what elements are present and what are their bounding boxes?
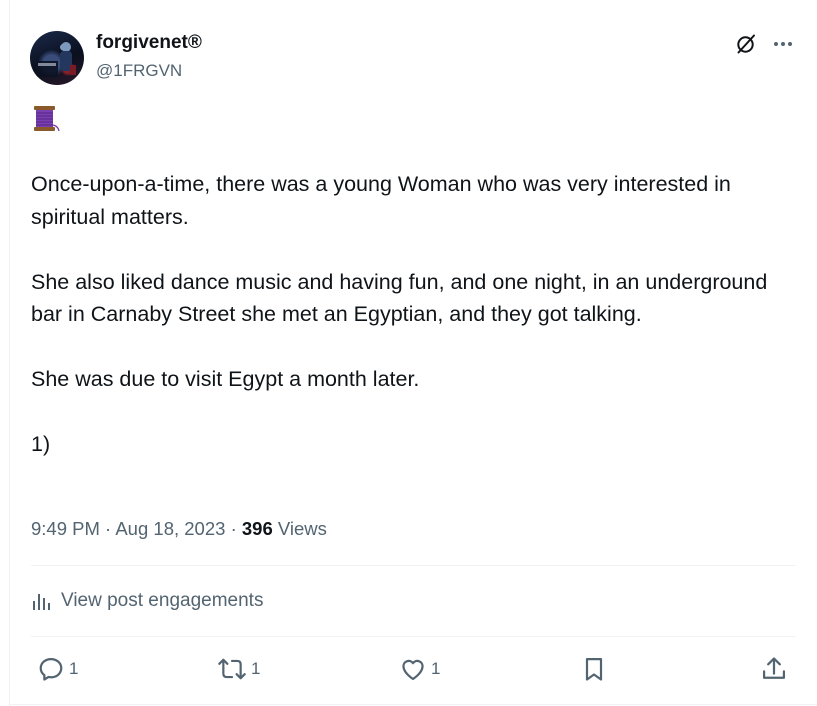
author-display-name[interactable]: forgivenet®: [96, 31, 202, 55]
author-handle[interactable]: @1FRGVN: [96, 60, 182, 82]
post-paragraph: She was due to visit Egypt a month later…: [31, 367, 420, 391]
post-bottom-border: [9, 704, 817, 705]
post-text: Once-upon-a-time, there was a young Woma…: [31, 168, 801, 461]
share-icon: [762, 657, 786, 679]
grok-icon[interactable]: [734, 32, 758, 56]
views-count: 396: [241, 518, 273, 539]
view-engagements-link[interactable]: View post engagements: [31, 585, 263, 617]
divider: [31, 636, 796, 637]
like-icon: [402, 659, 424, 681]
repost-count: 1: [251, 659, 261, 678]
avatar[interactable]: [30, 31, 84, 85]
post-paragraph: She also liked dance music and having fu…: [31, 269, 768, 327]
share-button[interactable]: [760, 654, 788, 684]
repost-icon: [218, 658, 246, 680]
post-paragraph: 1): [31, 432, 51, 456]
post-date[interactable]: Aug 18, 2023: [115, 518, 225, 539]
post-paragraph: Once-upon-a-time, there was a young Woma…: [31, 172, 731, 229]
like-count: 1: [431, 659, 441, 678]
bookmark-button[interactable]: [580, 654, 608, 684]
analytics-icon: [33, 594, 50, 610]
repost-button[interactable]: 1: [217, 654, 260, 684]
meta-separator: ·: [105, 518, 112, 539]
reply-icon: [39, 657, 63, 681]
divider: [31, 565, 796, 566]
reply-button[interactable]: 1: [37, 654, 78, 684]
reply-count: 1: [69, 659, 79, 678]
more-icon[interactable]: [771, 32, 795, 56]
view-engagements-label: View post engagements: [61, 590, 264, 611]
post-time[interactable]: 9:49 PM: [31, 518, 100, 539]
bookmark-icon: [585, 657, 603, 681]
spool-emoji: [34, 106, 60, 132]
column-border: [9, 0, 10, 706]
post-metadata: 9:49 PM · Aug 18, 2023 · 396 Views: [31, 516, 327, 542]
views-label: Views: [277, 518, 327, 539]
meta-separator: ·: [230, 518, 237, 539]
like-button[interactable]: 1: [399, 654, 440, 684]
